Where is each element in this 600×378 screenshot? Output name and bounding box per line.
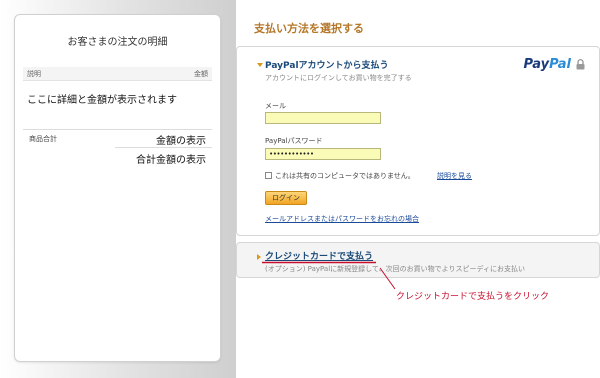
annotation-callout: クレジットカードで支払うをクリック <box>396 292 550 302</box>
order-summary-title: お客さまの注文の明細 <box>67 37 168 48</box>
forgot-credentials-link[interactable]: メールアドレスまたはパスワードをお忘れの場合 <box>265 214 419 224</box>
column-description: 説明 <box>27 69 41 78</box>
credit-card-link[interactable]: クレジットカードで支払う <box>265 249 373 262</box>
column-amount: 金額 <box>194 69 208 78</box>
subtotal-label: 商品合計 <box>29 135 57 143</box>
total-value: 合計金額の表示 <box>136 155 206 166</box>
order-detail-text: ここに詳細と金額が表示されます <box>27 95 177 106</box>
expanded-triangle-icon <box>257 63 263 67</box>
shared-computer-checkbox[interactable] <box>265 172 272 179</box>
subtotal-value: 金額の表示 <box>156 136 206 147</box>
paypal-section-heading[interactable]: PayPalアカウントから支払う <box>265 58 389 71</box>
order-summary-card: お客さまの注文の明細 説明 金額 ここに詳細と金額が表示されます 商品合計 金額… <box>14 14 221 362</box>
password-label: PayPalパスワード <box>265 137 323 145</box>
credit-card-subheading: (オプション) PayPalに新規登録して、次回のお買い物でよりスピーディにお支… <box>265 265 525 273</box>
collapsed-triangle-icon <box>257 254 261 260</box>
credit-card-section: クレジットカードで支払う (オプション) PayPalに新規登録して、次回のお買… <box>236 242 600 278</box>
email-field[interactable] <box>265 112 381 124</box>
divider <box>23 129 212 130</box>
paypal-login-section: PayPalアカウントから支払う アカウントにログインしてお買い物を完了する P… <box>236 46 600 236</box>
order-table-header: 説明 金額 <box>23 67 212 81</box>
password-field[interactable] <box>265 148 381 160</box>
email-label: メール <box>265 102 286 110</box>
explanation-link[interactable]: 説明を見る <box>437 171 472 181</box>
shared-computer-label: これは共有のコンピュータではありません。 <box>275 172 415 180</box>
paypal-section-subheading: アカウントにログインしてお買い物を完了する <box>265 74 412 82</box>
login-button[interactable]: ログイン <box>265 191 307 205</box>
lock-icon <box>576 59 585 70</box>
paypal-logo-part2: Pal <box>549 57 571 72</box>
paypal-logo: PayPal <box>524 57 571 72</box>
divider <box>115 147 212 148</box>
paypal-logo-part1: Pay <box>523 57 550 72</box>
page-title: 支払い方法を選択する <box>254 22 364 35</box>
